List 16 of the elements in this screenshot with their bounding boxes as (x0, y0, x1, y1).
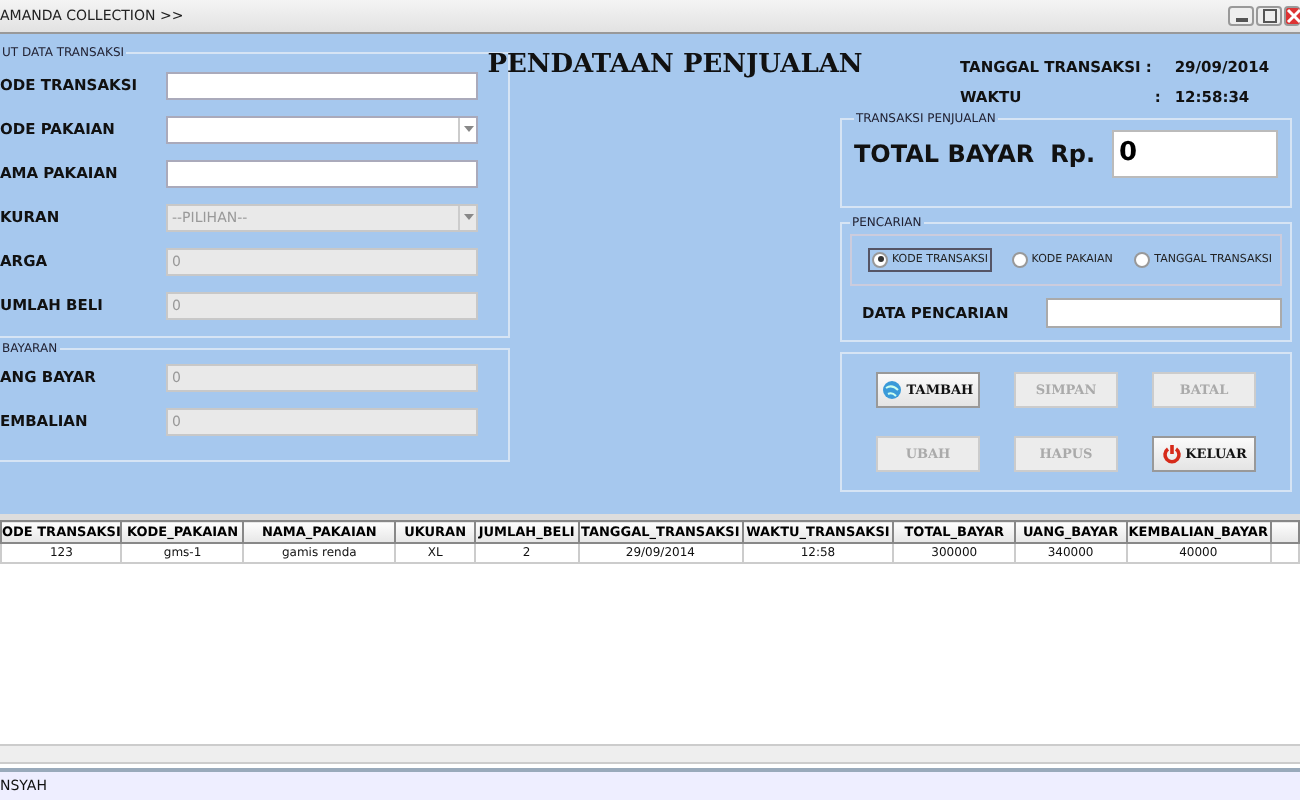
input-field[interactable] (166, 159, 478, 188)
power-icon (1161, 443, 1182, 464)
page-title: PENDATAAN PENJUALAN (487, 49, 863, 84)
input-field[interactable] (166, 71, 478, 100)
total-field: 0 (1111, 129, 1278, 178)
maximize-button[interactable] (1256, 5, 1282, 26)
globe-icon (882, 379, 903, 400)
dropdown-field[interactable] (166, 115, 478, 144)
caret-icon (458, 205, 476, 230)
horizontal-scrollbar[interactable] (0, 744, 1300, 765)
currency-label: Rp. (1050, 139, 1095, 168)
search-field[interactable] (1046, 297, 1282, 328)
caret-icon (458, 117, 476, 142)
close-button[interactable] (1284, 5, 1300, 26)
total-label: TOTAL BAYAR (854, 139, 1035, 168)
minimize-button[interactable] (1228, 5, 1254, 26)
